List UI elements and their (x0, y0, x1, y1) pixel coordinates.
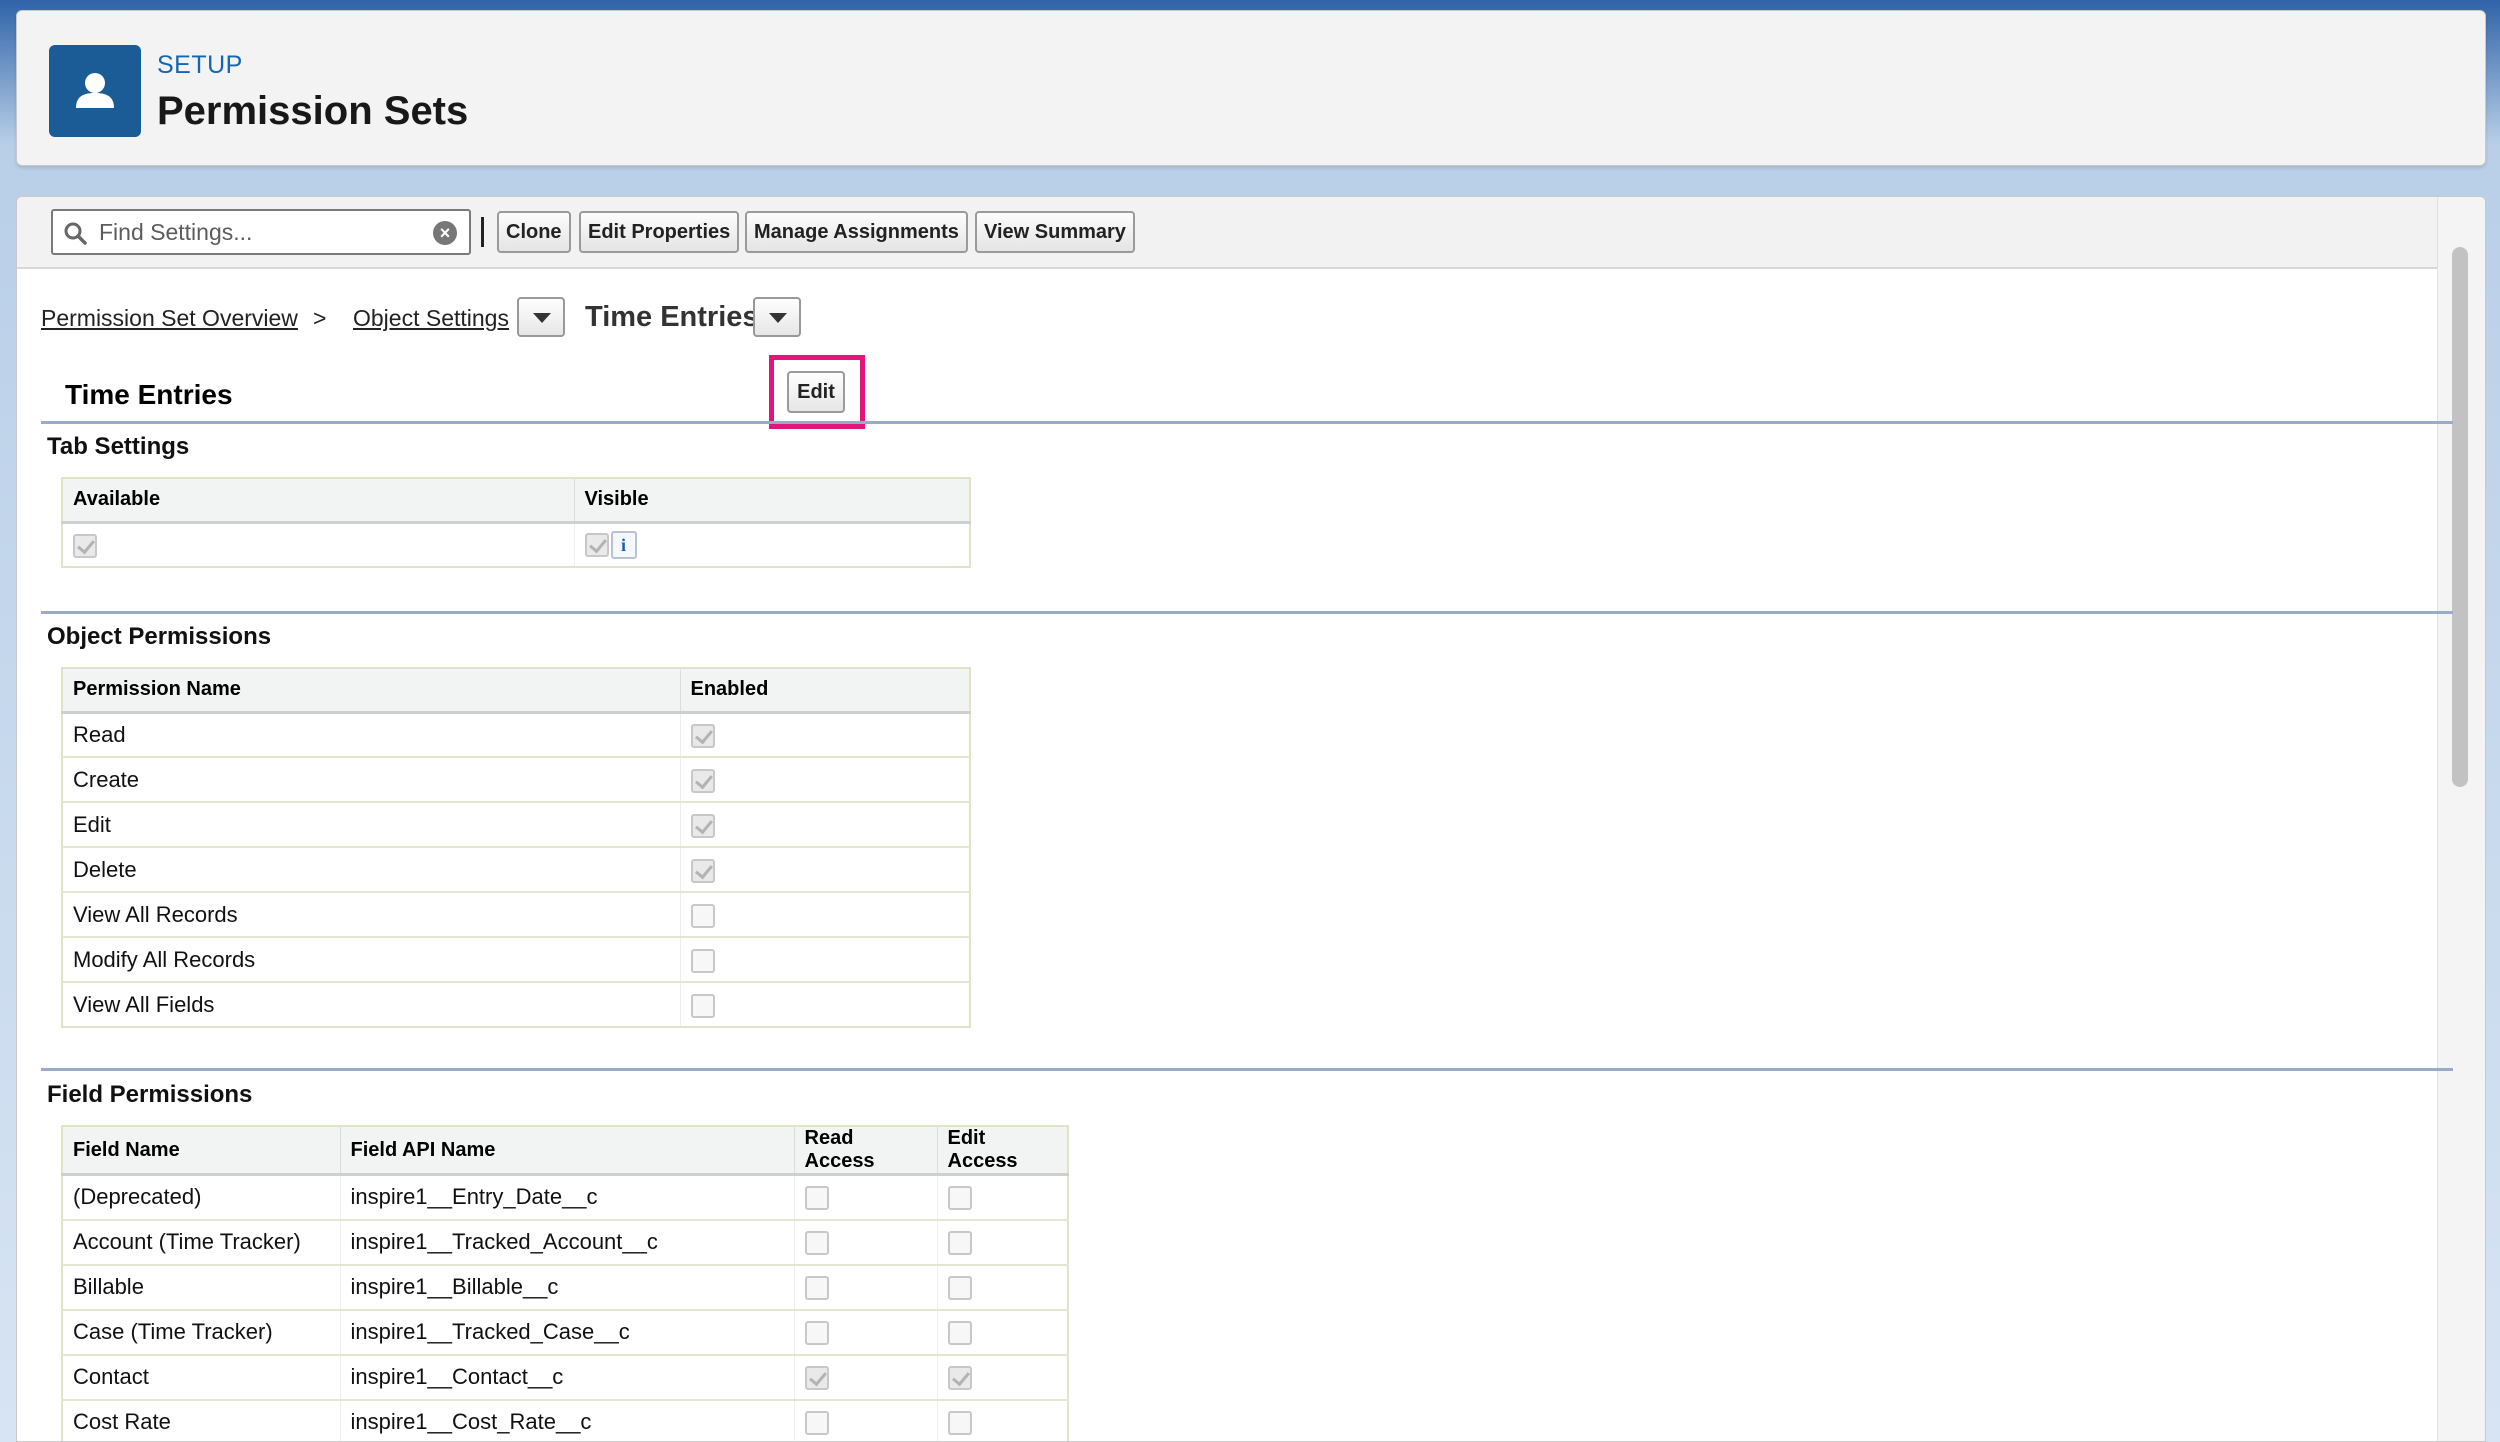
enabled-checkbox (690, 993, 715, 1018)
permission-name: Read (62, 711, 681, 757)
column-header: Field Name (62, 1126, 341, 1176)
edit-access-checkbox (947, 1186, 972, 1211)
enabled-checkbox (690, 903, 715, 928)
read-access-checkbox (804, 1321, 829, 1346)
clone-button[interactable]: Clone (497, 211, 571, 253)
page-header: SETUP Permission Sets (16, 10, 2486, 166)
table-row: (Deprecated) inspire1__Entry_Date__c (62, 1173, 1069, 1220)
column-header: Permission Name (62, 668, 681, 714)
user-icon (49, 45, 141, 137)
breadcrumb-separator: > (313, 305, 327, 331)
search-icon (64, 222, 87, 245)
clear-search-icon[interactable]: × (433, 221, 457, 245)
table-row: Read (62, 711, 971, 757)
column-header: Available (62, 478, 575, 524)
field-name: Billable (62, 1263, 341, 1310)
table-row: Edit (62, 801, 971, 847)
tab-settings-title: Tab Settings (47, 433, 190, 460)
read-access-checkbox (804, 1366, 829, 1391)
view-summary-button[interactable]: View Summary (975, 211, 1135, 253)
manage-assignments-button[interactable]: Manage Assignments (745, 211, 968, 253)
object-settings-dropdown-button[interactable] (517, 297, 565, 337)
edit-button[interactable]: Edit (787, 371, 845, 413)
edit-properties-button[interactable]: Edit Properties (579, 211, 740, 253)
column-header: Read Access (794, 1126, 938, 1176)
search-input[interactable] (99, 215, 419, 249)
table-row: Contact inspire1__Contact__c (62, 1353, 1069, 1400)
breadcrumb-permission-set-overview[interactable]: Permission Set Overview (41, 305, 298, 332)
edit-access-checkbox (947, 1276, 972, 1301)
time-entries-dropdown-button[interactable] (753, 297, 801, 337)
toolbar: × Clone Edit Properties Manage Assignmen… (17, 197, 2437, 269)
object-title: Time Entries (65, 379, 233, 410)
column-header: Visible (574, 478, 971, 524)
object-permissions-title: Object Permissions (47, 623, 272, 650)
field-api-name: inspire1__Tracked_Account__c (340, 1218, 795, 1265)
read-access-checkbox (804, 1411, 829, 1436)
permission-name: View All Fields (62, 981, 681, 1027)
field-name: Cost Rate (62, 1398, 341, 1441)
read-access-checkbox (804, 1186, 829, 1211)
permission-name: Create (62, 756, 681, 802)
table-row: Delete (62, 846, 971, 892)
section-divider (41, 611, 2453, 614)
scrollbar-thumb[interactable] (2452, 247, 2468, 787)
column-header: Field API Name (340, 1126, 795, 1176)
table-row: Case (Time Tracker) inspire1__Tracked_Cas… (62, 1308, 1069, 1355)
table-row: Billable inspire1__Billable__c (62, 1263, 1069, 1310)
enabled-checkbox (690, 948, 715, 973)
object-permissions-table: Permission Name Enabled Read Create Edit De… (61, 667, 971, 1028)
edit-access-checkbox (947, 1366, 972, 1391)
table-row: Modify All Records (62, 936, 971, 982)
section-divider (41, 421, 2453, 424)
enabled-checkbox (690, 723, 715, 748)
field-name: Contact (62, 1353, 341, 1400)
enabled-checkbox (690, 813, 715, 838)
header-eyebrow: SETUP (157, 51, 243, 79)
section-divider (41, 1068, 2453, 1071)
field-name: Case (Time Tracker) (62, 1308, 341, 1355)
permission-name: View All Records (62, 891, 681, 937)
visible-checkbox (584, 532, 609, 557)
permission-name: Modify All Records (62, 936, 681, 982)
field-api-name: inspire1__Cost_Rate__c (340, 1398, 795, 1441)
enabled-checkbox (690, 768, 715, 793)
permission-name: Delete (62, 846, 681, 892)
toolbar-divider (481, 217, 484, 247)
content-panel: × Clone Edit Properties Manage Assignmen… (16, 196, 2486, 1442)
field-api-name: inspire1__Entry_Date__c (340, 1173, 795, 1220)
field-permissions-table: Field Name Field API Name Read Access Ed… (61, 1125, 1069, 1441)
permission-name: Edit (62, 801, 681, 847)
breadcrumb-object-settings[interactable]: Object Settings (353, 305, 509, 332)
field-api-name: inspire1__Contact__c (340, 1353, 795, 1400)
read-access-checkbox (804, 1276, 829, 1301)
field-permissions-title: Field Permissions (47, 1081, 253, 1108)
table-row: Cost Rate inspire1__Cost_Rate__c (62, 1398, 1069, 1441)
column-header: Enabled (680, 668, 971, 714)
enabled-checkbox (690, 858, 715, 883)
search-box[interactable]: × (51, 209, 471, 255)
page-title: Permission Sets (157, 89, 469, 133)
table-row: Create (62, 756, 971, 802)
breadcrumb-current: Time Entries (585, 301, 759, 333)
field-api-name: inspire1__Billable__c (340, 1263, 795, 1310)
field-api-name: inspire1__Tracked_Case__c (340, 1308, 795, 1355)
field-name: Account (Time Tracker) (62, 1218, 341, 1265)
table-row: Account (Time Tracker) inspire1__Tracked_… (62, 1218, 1069, 1265)
table-row: View All Records (62, 891, 971, 937)
read-access-checkbox (804, 1231, 829, 1256)
edit-access-checkbox (947, 1231, 972, 1256)
edit-access-checkbox (947, 1321, 972, 1346)
edit-access-checkbox (947, 1411, 972, 1436)
field-name: (Deprecated) (62, 1173, 341, 1220)
column-header: Edit Access (937, 1126, 1069, 1176)
tab-settings-table: Available Visible i (61, 477, 971, 568)
info-icon[interactable]: i (610, 530, 637, 559)
table-row: i (62, 521, 971, 567)
vertical-scrollbar[interactable] (2437, 197, 2485, 1441)
available-checkbox (73, 533, 97, 558)
table-row: View All Fields (62, 981, 971, 1027)
